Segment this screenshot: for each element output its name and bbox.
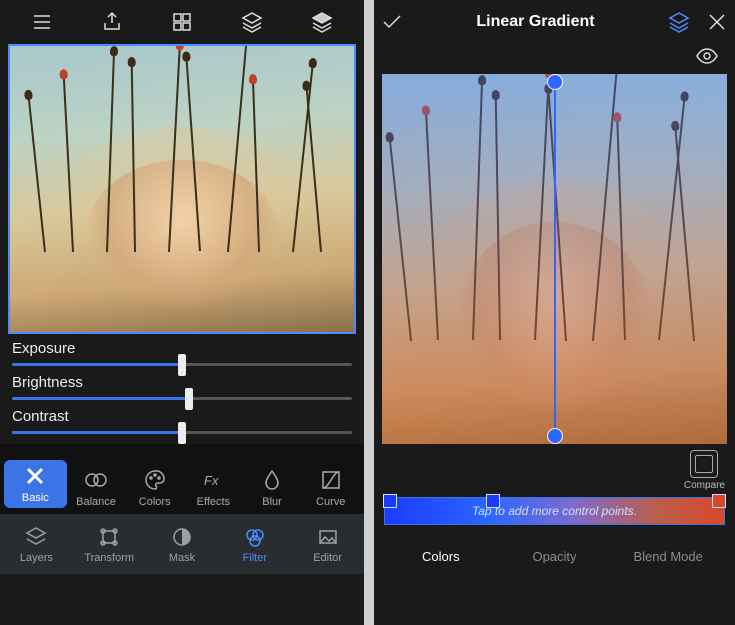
right-canvas-wrap xyxy=(382,74,727,444)
right-topbar: Linear Gradient xyxy=(374,0,735,44)
tab-blendmode[interactable]: Blend Mode xyxy=(611,535,725,577)
layers-outline-icon[interactable] xyxy=(240,10,264,34)
tab-opacity[interactable]: Opacity xyxy=(498,535,612,577)
filter-panel: Exposure Brightness Contrast Basic Balan… xyxy=(0,0,364,625)
gradient-handle-bottom[interactable] xyxy=(547,428,563,444)
layers-blue-icon[interactable] xyxy=(667,10,691,34)
exposure-slider[interactable]: Exposure xyxy=(12,340,352,366)
brightness-slider[interactable]: Brightness xyxy=(12,374,352,400)
nav-label: Editor xyxy=(313,552,342,564)
layers-filled-icon[interactable] xyxy=(310,10,334,34)
nav-editor[interactable]: Editor xyxy=(291,514,364,574)
layers-icon xyxy=(24,525,48,549)
gradient-tabs: Colors Opacity Blend Mode xyxy=(384,529,725,577)
nav-mask[interactable]: Mask xyxy=(146,514,219,574)
sliders-section: Exposure Brightness Contrast xyxy=(0,334,364,444)
effect-label: Balance xyxy=(76,496,116,508)
svg-text:Fx: Fx xyxy=(204,473,219,488)
drop-icon xyxy=(260,468,284,492)
compare-icon xyxy=(690,450,718,478)
compare-button[interactable]: Compare xyxy=(684,450,725,491)
effect-label: Blur xyxy=(262,496,282,508)
nav-filter[interactable]: Filter xyxy=(218,514,291,574)
brightness-label: Brightness xyxy=(12,374,352,391)
left-topbar xyxy=(0,0,364,44)
nav-layers[interactable]: Layers xyxy=(0,514,73,574)
list-icon[interactable] xyxy=(30,10,54,34)
effect-tabs: Basic Balance Colors Fx Effects Blur Cur… xyxy=(0,444,364,514)
grid-icon[interactable] xyxy=(170,10,194,34)
effect-tab-curve[interactable]: Curve xyxy=(301,468,360,508)
effect-tab-balance[interactable]: Balance xyxy=(67,468,126,508)
editor-icon xyxy=(316,525,340,549)
effect-tab-effects[interactable]: Fx Effects xyxy=(184,468,243,508)
effect-label: Colors xyxy=(139,496,171,508)
compare-label: Compare xyxy=(684,480,725,491)
contrast-slider[interactable]: Contrast xyxy=(12,408,352,434)
effect-tab-basic[interactable]: Basic xyxy=(4,460,67,508)
bottom-nav: Layers Transform Mask Filter Editor xyxy=(0,514,364,574)
gradient-bar[interactable]: Tap to add more control points. xyxy=(384,497,725,525)
nav-label: Filter xyxy=(243,552,267,564)
gradient-handle-top[interactable] xyxy=(547,74,563,90)
palette-icon xyxy=(143,468,167,492)
effect-label: Effects xyxy=(197,496,230,508)
confirm-icon[interactable] xyxy=(380,10,404,34)
effect-tab-blur[interactable]: Blur xyxy=(243,468,302,508)
effect-tab-colors[interactable]: Colors xyxy=(125,468,184,508)
gradient-hint: Tap to add more control points. xyxy=(385,498,724,524)
gradient-controls: Compare Tap to add more control points. … xyxy=(374,444,735,577)
visibility-icon[interactable] xyxy=(695,44,719,68)
gradient-axis[interactable] xyxy=(554,74,556,444)
gradient-canvas[interactable] xyxy=(382,74,727,444)
effect-label: Curve xyxy=(316,496,345,508)
effect-label: Basic xyxy=(22,492,49,504)
edit-canvas[interactable] xyxy=(8,44,356,334)
transform-icon xyxy=(97,525,121,549)
panel-title: Linear Gradient xyxy=(476,13,594,31)
nav-label: Layers xyxy=(20,552,53,564)
nav-label: Mask xyxy=(169,552,195,564)
share-icon[interactable] xyxy=(100,10,124,34)
fx-icon: Fx xyxy=(201,468,225,492)
filter-icon xyxy=(243,525,267,549)
gradient-panel: Linear Gradient xyxy=(374,0,735,625)
tab-colors[interactable]: Colors xyxy=(384,535,498,577)
left-canvas-wrap xyxy=(8,44,356,334)
balance-icon xyxy=(84,468,108,492)
nav-transform[interactable]: Transform xyxy=(73,514,146,574)
mask-icon xyxy=(170,525,194,549)
nav-label: Transform xyxy=(84,552,134,564)
x-icon xyxy=(23,464,47,488)
close-icon[interactable] xyxy=(705,10,729,34)
curve-icon xyxy=(319,468,343,492)
